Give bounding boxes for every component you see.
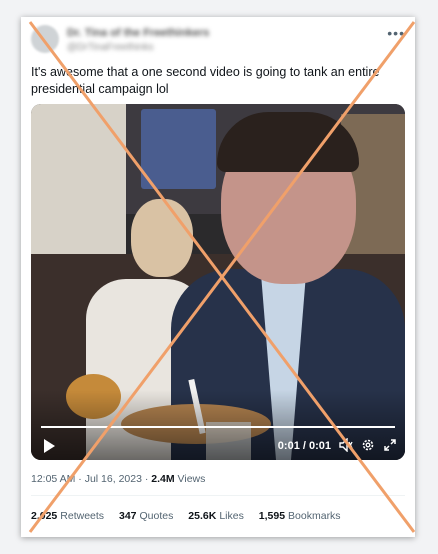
- author-handle[interactable]: @DrTinaFreethinks: [67, 42, 209, 53]
- author-block[interactable]: Dr. Tina of the Freethinkers @DrTinaFree…: [67, 27, 209, 53]
- author-name[interactable]: Dr. Tina of the Freethinkers: [67, 27, 209, 39]
- stat-count: 25.6K: [188, 510, 217, 522]
- video-player[interactable]: 0:01 / 0:01: [31, 104, 405, 460]
- stat-label: Quotes: [139, 510, 174, 522]
- stat-label: Likes: [219, 510, 244, 522]
- video-frame: [31, 104, 405, 460]
- fullscreen-icon[interactable]: [383, 438, 397, 452]
- stat-quotes[interactable]: 347 Quotes: [119, 510, 173, 522]
- video-progress-bar[interactable]: [41, 426, 395, 428]
- stat-likes[interactable]: 25.6K Likes: [188, 510, 244, 522]
- views-label: Views: [177, 473, 206, 485]
- views-count: 2.4M: [151, 473, 175, 485]
- meta-separator: ·: [78, 473, 82, 485]
- volume-icon[interactable]: [339, 437, 353, 453]
- tweet-time[interactable]: 12:05 AM: [31, 473, 75, 485]
- tweet-date[interactable]: Jul 16, 2023: [85, 473, 142, 485]
- stat-label: Bookmarks: [288, 510, 341, 522]
- tweet-header: Dr. Tina of the Freethinkers @DrTinaFree…: [31, 25, 405, 59]
- tweet-stats: 2,025 Retweets 347 Quotes 25.6K Likes 1,595…: [31, 510, 353, 522]
- more-horizontal-icon: •••: [387, 25, 405, 41]
- tweet-meta: 12:05 AM · Jul 16, 2023 · 2.4M Views: [31, 473, 205, 485]
- divider: [31, 495, 405, 496]
- stat-retweets[interactable]: 2,025 Retweets: [31, 510, 104, 522]
- stat-count: 2,025: [31, 510, 58, 522]
- play-icon[interactable]: [41, 438, 57, 454]
- video-time: 0:01 / 0:01: [277, 440, 331, 452]
- meta-separator-2: ·: [144, 473, 149, 485]
- stat-bookmarks[interactable]: 1,595 Bookmarks: [259, 510, 341, 522]
- gear-icon[interactable]: [361, 438, 375, 452]
- stat-count: 1,595: [258, 510, 286, 522]
- video-progress-fill: [41, 426, 395, 428]
- avatar[interactable]: [31, 25, 59, 53]
- tweet-text: It's awesome that a one second video is …: [31, 65, 380, 96]
- stat-label: Retweets: [60, 510, 105, 522]
- stat-count: 347: [118, 510, 137, 522]
- more-options-button[interactable]: •••: [387, 25, 405, 41]
- tweet-card: Dr. Tina of the Freethinkers @DrTinaFree…: [21, 17, 415, 537]
